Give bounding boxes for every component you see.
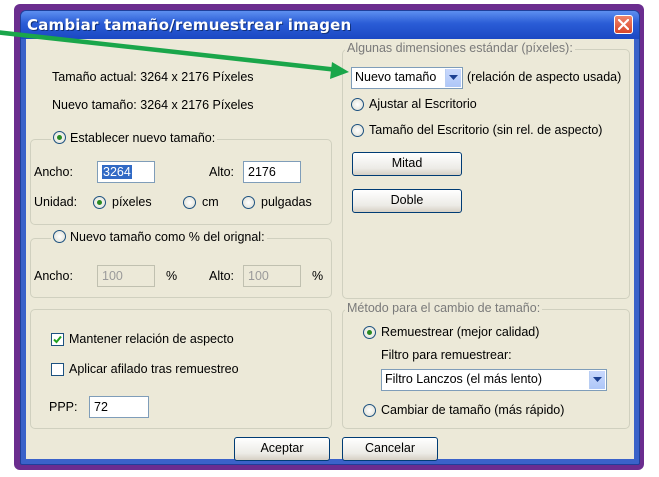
annotation-arrow-icon — [0, 30, 349, 79]
